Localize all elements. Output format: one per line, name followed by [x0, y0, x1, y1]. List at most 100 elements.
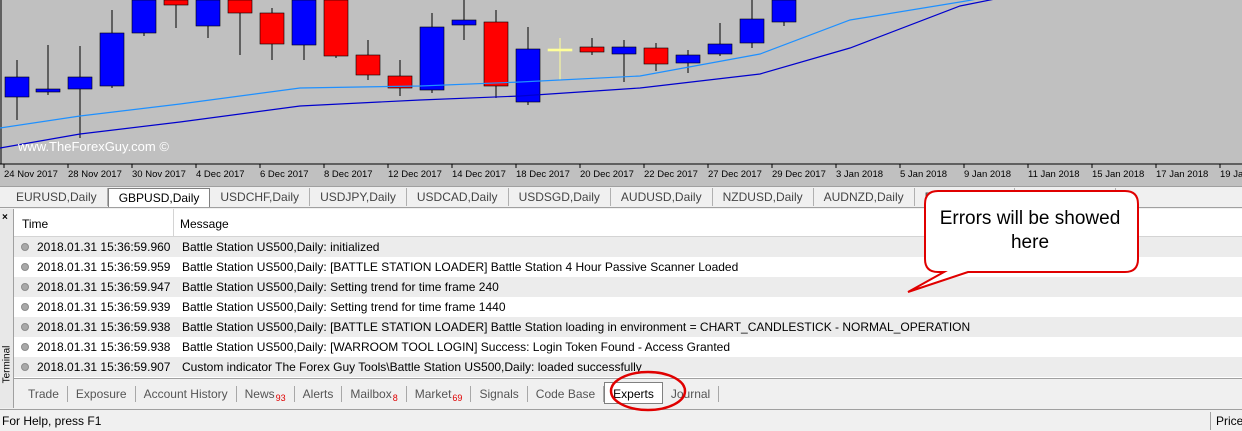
tab-trade[interactable]: Trade: [20, 385, 68, 402]
candle-body: [675, 54, 701, 64]
x-axis-label: 6 Dec 2017: [260, 169, 309, 180]
log-message: Battle Station US500,Daily: [BATTLE STAT…: [182, 260, 739, 274]
symbol-tab[interactable]: USDCAD,Daily: [407, 188, 509, 206]
info-icon: [21, 283, 29, 291]
close-icon[interactable]: ×: [2, 212, 8, 223]
info-icon: [21, 343, 29, 351]
log-row[interactable]: 2018.01.31 15:36:59.938 Battle Station US…: [14, 337, 1242, 357]
status-help-text: For Help, press F1: [2, 414, 102, 428]
candle-body: [707, 43, 733, 55]
x-axis-label: 19 Jan: [1220, 169, 1242, 180]
info-icon: [21, 363, 29, 371]
log-time: 2018.01.31 15:36:59.960: [37, 240, 171, 254]
x-axis-label: 18 Dec 2017: [516, 169, 570, 180]
tab-exposure[interactable]: Exposure: [68, 385, 136, 402]
tab-market[interactable]: Market69: [407, 385, 472, 403]
log-row[interactable]: 2018.01.31 15:36:59.907 Custom indicator …: [14, 357, 1242, 377]
candle-body: [99, 32, 125, 87]
candle-body: [227, 0, 253, 14]
tab-experts[interactable]: Experts: [604, 381, 663, 404]
tab-label: Mailbox: [350, 386, 392, 401]
candle-body: [515, 48, 541, 103]
symbol-tab[interactable]: USDJPY,Daily: [310, 188, 407, 206]
candle-body: [195, 0, 221, 27]
tab-label: Code Base: [535, 386, 596, 401]
x-axis-label: 17 Jan 2018: [1156, 169, 1208, 180]
symbol-tab[interactable]: AUDUSD,Daily: [611, 188, 713, 206]
log-time: 2018.01.31 15:36:59.939: [37, 300, 171, 314]
candle-body: [771, 0, 797, 23]
tab-label: Trade: [28, 386, 59, 401]
candle-body: [291, 0, 317, 46]
terminal-side-bar: × Terminal: [0, 209, 14, 408]
x-axis-label: 30 Nov 2017: [132, 169, 186, 180]
symbol-tab[interactable]: USDCHF,Daily: [210, 188, 311, 206]
tab-label: Alerts: [302, 386, 334, 401]
tab-mailbox[interactable]: Mailbox8: [342, 385, 407, 403]
log-time: 2018.01.31 15:36:59.947: [37, 280, 171, 294]
log-message: Custom indicator The Forex Guy Tools\Bat…: [182, 360, 642, 374]
chart-symbol-tabs: EURUSD,Daily GBPUSD,Daily USDCHF,Daily USDJ…: [0, 186, 1242, 208]
status-price-text: Price: [1216, 414, 1242, 428]
log-row[interactable]: 2018.01.31 15:36:59.938 Battle Station US…: [14, 317, 1242, 337]
symbol-tab[interactable]: EURGBP,Daily: [915, 188, 1015, 206]
column-header-time[interactable]: Time: [14, 208, 174, 237]
terminal-vertical-label: Terminal: [1, 345, 13, 384]
candlestick-chart[interactable]: www.TheForexGuy.com © 24 Nov 2017 28 Nov 2…: [0, 0, 1242, 186]
symbol-tab[interactable]: GBPUSD,Daily: [107, 188, 211, 207]
x-axis-label: 8 Dec 2017: [324, 169, 373, 180]
x-axis-label: 20 Dec 2017: [580, 169, 634, 180]
column-header-message[interactable]: Message: [174, 209, 229, 237]
x-axis-label: 9 Jan 2018: [964, 169, 1011, 180]
log-time: 2018.01.31 15:36:59.907: [37, 360, 171, 374]
candle-body: [547, 48, 573, 52]
log-time: 2018.01.31 15:36:59.959: [37, 260, 171, 274]
tab-alerts[interactable]: Alerts: [295, 385, 343, 402]
candle-body: [323, 0, 349, 57]
x-axis-label: 27 Dec 2017: [708, 169, 762, 180]
watermark-text: www.TheForexGuy.com ©: [17, 139, 169, 154]
tab-label: Signals: [479, 386, 519, 401]
tab-signals[interactable]: Signals: [471, 385, 528, 402]
candle-body: [35, 88, 61, 93]
x-axis-label: 4 Dec 2017: [196, 169, 245, 180]
x-axis-label: 14 Dec 2017: [452, 169, 506, 180]
price-chart[interactable]: www.TheForexGuy.com © 24 Nov 2017 28 Nov 2…: [0, 0, 1242, 186]
candle-body: [643, 47, 669, 65]
tab-label: Market: [414, 386, 452, 401]
info-icon: [21, 303, 29, 311]
candle-body: [163, 0, 189, 6]
symbol-tab[interactable]: EURUSD,Daily: [6, 188, 108, 206]
symbol-tab[interactable]: NZDUSD,Daily: [713, 188, 814, 206]
tab-journal[interactable]: Journal: [663, 385, 720, 402]
status-divider: [1210, 412, 1211, 430]
log-row[interactable]: 2018.01.31 15:36:59.939 Battle Station US…: [14, 297, 1242, 317]
tab-label: News: [244, 386, 275, 401]
tab-label: Experts: [613, 386, 654, 401]
callout-text: Errors will be showed here: [939, 208, 1121, 253]
x-axis-label: 24 Nov 2017: [4, 169, 58, 180]
symbol-tab[interactable]: AUDNZD,Daily: [814, 188, 915, 206]
x-axis-label: 28 Nov 2017: [68, 169, 122, 180]
x-axis-label: 22 Dec 2017: [644, 169, 698, 180]
log-time: 2018.01.31 15:36:59.938: [37, 340, 171, 354]
log-message: Battle Station US500,Daily: [BATTLE STAT…: [182, 320, 971, 334]
log-rows: 2018.01.31 15:36:59.960 Battle Station US…: [14, 237, 1242, 377]
log-row[interactable]: 2018.01.31 15:36:59.959 Battle Station US…: [14, 257, 1242, 277]
tab-badge: 93: [275, 392, 286, 403]
x-axis-label: 15 Jan 2018: [1092, 169, 1144, 180]
status-bar: For Help, press F1 Price: [0, 409, 1242, 431]
log-message: Battle Station US500,Daily: [WARROOM TOO…: [182, 340, 731, 354]
symbol-tab[interactable]: USDSGD,Daily: [509, 188, 611, 206]
tab-label: Exposure: [75, 386, 127, 401]
log-row[interactable]: 2018.01.31 15:36:59.947 Battle Station US…: [14, 277, 1242, 297]
tab-news[interactable]: News93: [237, 385, 295, 403]
x-axis-label: 12 Dec 2017: [388, 169, 442, 180]
tab-label: Journal: [670, 386, 711, 401]
tab-badge: 8: [392, 392, 398, 403]
tab-account-history[interactable]: Account History: [136, 385, 237, 402]
tab-code-base[interactable]: Code Base: [528, 385, 605, 402]
symbol-tab[interactable]: XAUUSD,Daily: [1015, 188, 1116, 206]
info-icon: [21, 243, 29, 251]
candle-body: [131, 0, 157, 34]
